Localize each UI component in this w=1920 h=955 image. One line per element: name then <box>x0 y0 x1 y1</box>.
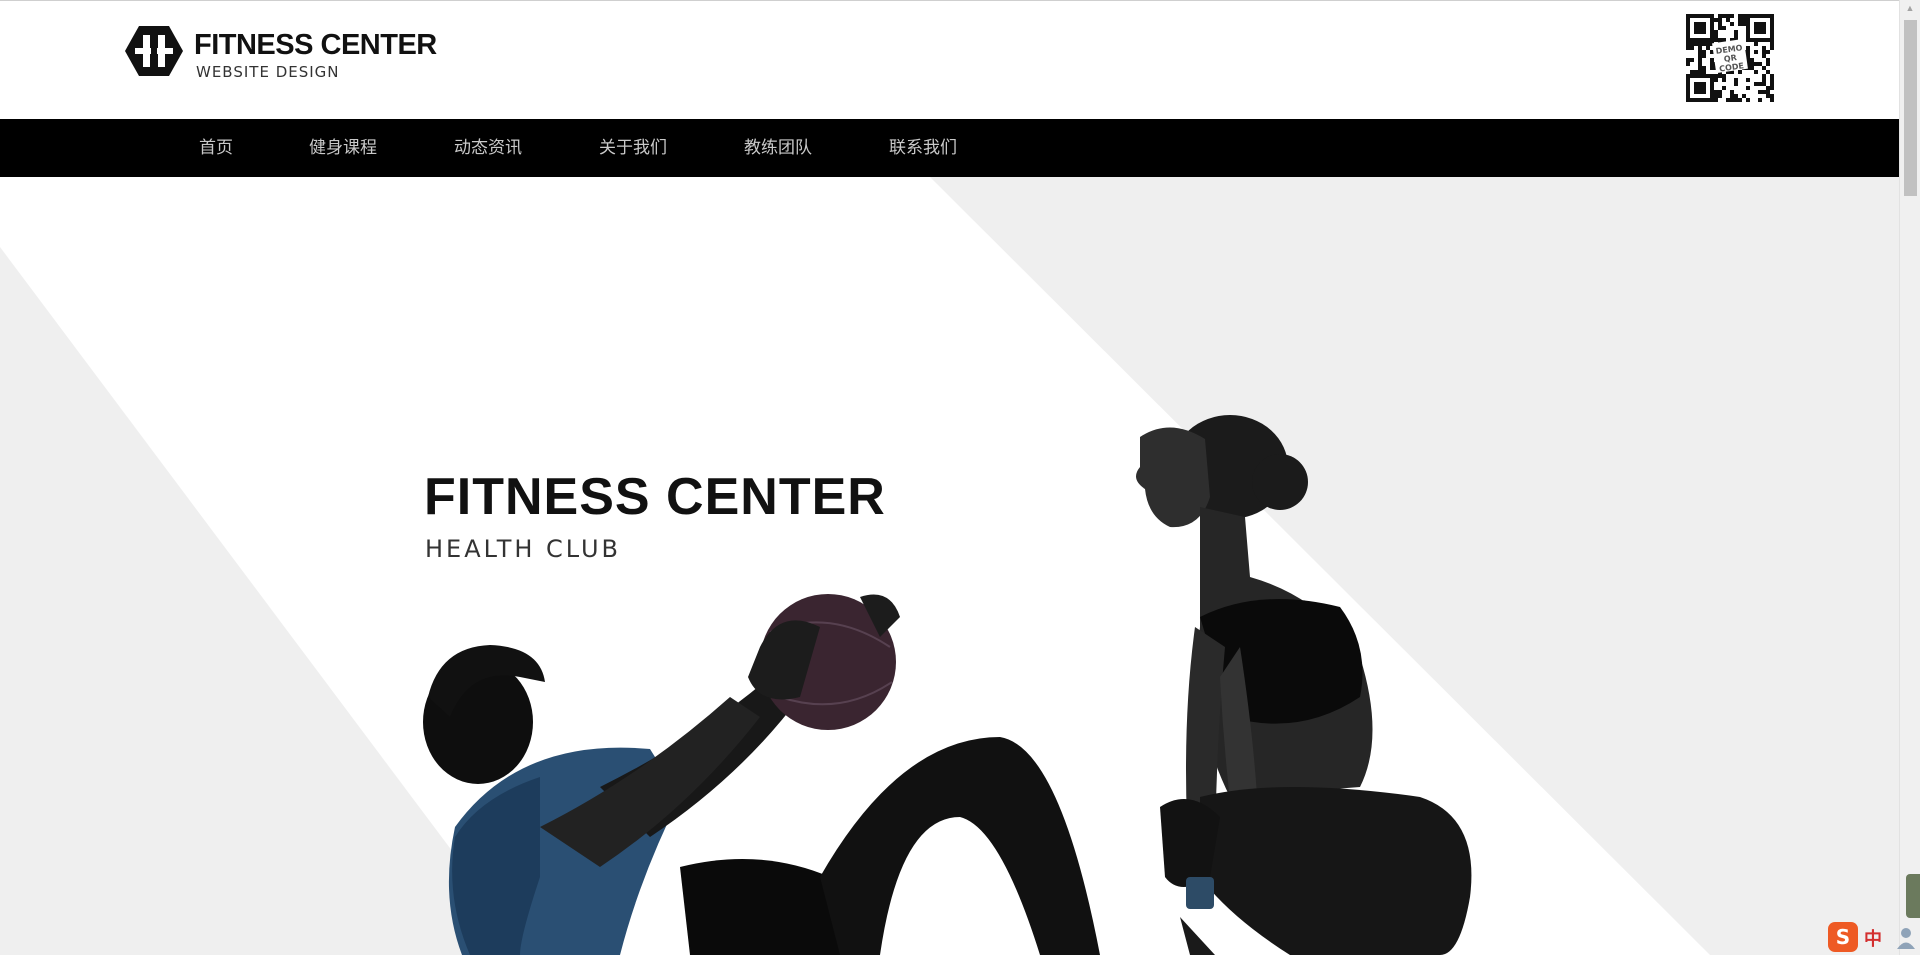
side-widget[interactable] <box>1906 874 1920 918</box>
ime-language-toggle[interactable]: 中 <box>1864 925 1882 951</box>
nav-item-news[interactable]: 动态资讯 <box>454 119 522 177</box>
ime-toolbar[interactable]: S 中 <box>1826 918 1920 955</box>
page-viewport: FITNESS CENTER WEBSITE DESIGN DEMO QR CO… <box>0 0 1899 955</box>
nav-item-about[interactable]: 关于我们 <box>599 119 667 177</box>
nav-item-home[interactable]: 首页 <box>199 119 233 177</box>
athletes-silhouette <box>423 415 1472 955</box>
scroll-up-icon[interactable]: ▲ <box>1900 0 1920 17</box>
nav-item-courses[interactable]: 健身课程 <box>309 119 377 177</box>
logo-title: FITNESS CENTER <box>194 29 437 61</box>
main-nav: 首页 健身课程 动态资讯 关于我们 教练团队 联系我们 <box>0 119 1899 177</box>
scroll-thumb[interactable] <box>1904 20 1917 196</box>
nav-item-contact[interactable]: 联系我们 <box>889 119 957 177</box>
dumbbell-logo-icon <box>125 26 183 76</box>
nav-item-coaches[interactable]: 教练团队 <box>744 119 812 177</box>
qr-label: DEMO QR CODE <box>1712 38 1748 74</box>
logo-subtitle: WEBSITE DESIGN <box>196 63 340 81</box>
user-icon[interactable] <box>1896 926 1916 950</box>
site-header: FITNESS CENTER WEBSITE DESIGN DEMO QR CO… <box>0 1 1899 119</box>
site-logo[interactable]: FITNESS CENTER WEBSITE DESIGN <box>124 25 444 85</box>
hero-banner: FITNESS CENTER HEALTH CLUB <box>0 177 1899 955</box>
vertical-scrollbar[interactable]: ▲ <box>1899 0 1920 955</box>
sogou-ime-icon[interactable]: S <box>1828 922 1858 952</box>
